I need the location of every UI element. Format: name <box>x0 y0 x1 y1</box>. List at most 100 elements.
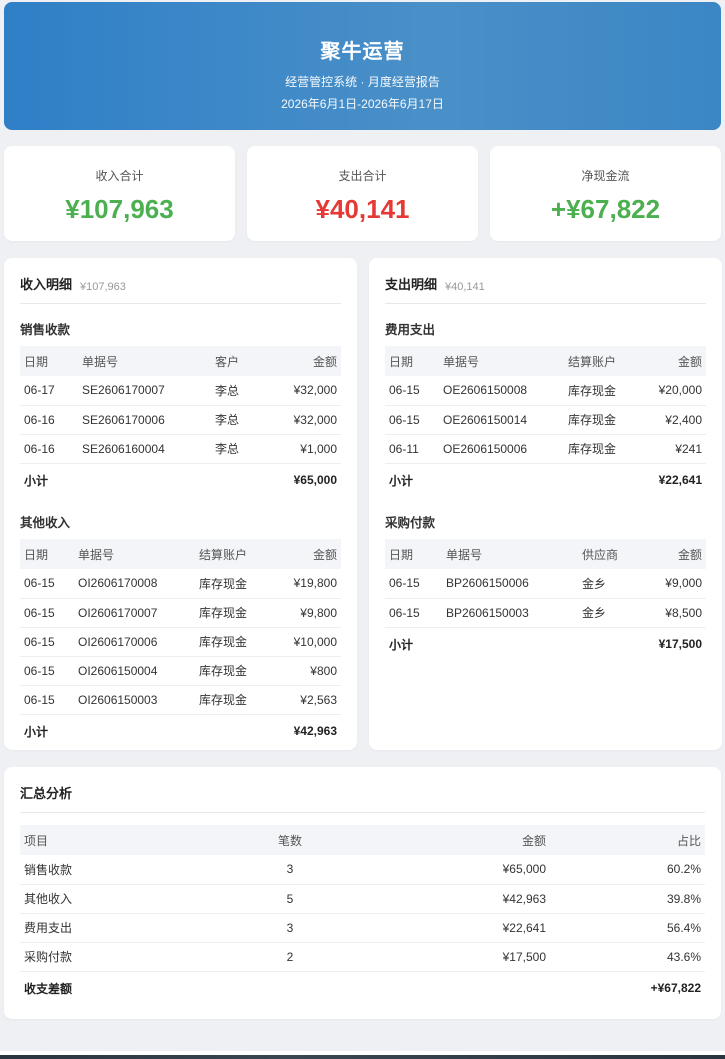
cell-amount: ¥2,400 <box>644 405 706 435</box>
cell-date: 06-15 <box>385 598 442 628</box>
column-header: 结算账户 <box>195 539 275 569</box>
stat-value: ¥40,141 <box>315 194 410 224</box>
cell-doc-no: OI2606150004 <box>74 656 195 686</box>
summary-table: 项目 笔数 金额 占比 销售收款 3 ¥65,000 60.2% 其他收入 5 … <box>20 825 705 1005</box>
cell-doc-no: SE2606160004 <box>78 434 211 464</box>
section-title-purchase-payments: 采购付款 <box>385 516 436 530</box>
panel-total: ¥107,963 <box>80 281 126 293</box>
subtotal-row: 小计 ¥42,963 <box>20 714 341 748</box>
cell-account: 库存现金 <box>564 376 644 406</box>
section-title-other-income: 其他收入 <box>20 516 71 530</box>
table-header-row: 日期 单据号 客户 金额 <box>20 346 341 376</box>
cell-date: 06-16 <box>20 405 78 435</box>
purchase-payments-table: 日期 单据号 供应商 金额 06-15 BP2606150006 金乡 ¥9,0… <box>385 539 706 661</box>
cell-item: 采购付款 <box>20 942 240 972</box>
subtotal-label: 小计 <box>389 637 414 652</box>
income-detail-panel: 收入明细 ¥107,963 销售收款 日期 单据号 客户 金额 06-17 SE… <box>4 258 357 750</box>
cell-doc-no: OE2606150006 <box>439 434 564 464</box>
table-row: 06-15 OI2606150003 库存现金 ¥2,563 <box>20 685 341 715</box>
table-row: 06-15 BP2606150003 金乡 ¥8,500 <box>385 598 706 628</box>
cell-amount: ¥2,563 <box>275 685 341 715</box>
cell-customer: 李总 <box>211 405 271 435</box>
cell-account: 库存现金 <box>195 656 275 686</box>
stat-label: 收入合计 <box>95 169 144 183</box>
table-row: 06-15 OE2606150008 库存现金 ¥20,000 <box>385 376 706 406</box>
cell-account: 库存现金 <box>564 434 644 464</box>
cell-date: 06-16 <box>20 434 78 464</box>
cell-amount: ¥32,000 <box>271 405 341 435</box>
table-header-row: 日期 单据号 结算账户 金额 <box>385 346 706 376</box>
column-header: 金额 <box>644 346 706 376</box>
subtotal-value: ¥42,963 <box>293 724 337 739</box>
cell-date: 06-15 <box>20 627 74 657</box>
cell-count: 3 <box>240 913 340 943</box>
cell-doc-no: OE2606150014 <box>439 405 564 435</box>
report-subtitle: 经营管控系统 · 月度经营报告 <box>285 75 440 89</box>
column-header: 日期 <box>385 346 439 376</box>
column-header: 客户 <box>211 346 271 376</box>
column-header: 结算账户 <box>564 346 644 376</box>
cell-doc-no: SE2606170007 <box>78 376 211 406</box>
table-row: 费用支出 3 ¥22,641 56.4% <box>20 913 705 943</box>
subtotal-value: ¥22,641 <box>658 473 702 488</box>
table-row: 销售收款 3 ¥65,000 60.2% <box>20 855 705 885</box>
cell-account: 库存现金 <box>195 685 275 715</box>
sales-table: 日期 单据号 客户 金额 06-17 SE2606170007 李总 ¥32,0… <box>20 346 341 497</box>
cell-amount: ¥17,500 <box>340 942 550 972</box>
column-header: 日期 <box>385 539 442 569</box>
cell-count: 5 <box>240 884 340 914</box>
cell-date: 06-15 <box>385 569 442 599</box>
table-row: 06-16 SE2606160004 李总 ¥1,000 <box>20 434 341 464</box>
cell-count: 2 <box>240 942 340 972</box>
panel-total: ¥40,141 <box>445 281 485 293</box>
cell-item: 销售收款 <box>20 855 240 885</box>
panel-header: 收入明细 ¥107,963 <box>20 258 341 304</box>
table-row: 06-11 OE2606150006 库存现金 ¥241 <box>385 434 706 464</box>
expense-detail-panel: 支出明细 ¥40,141 费用支出 日期 单据号 结算账户 金额 06-15 O… <box>369 258 722 750</box>
column-header: 金额 <box>644 539 706 569</box>
column-header: 单据号 <box>439 346 564 376</box>
cell-doc-no: OI2606150003 <box>74 685 195 715</box>
stat-label: 净现金流 <box>581 169 630 183</box>
cell-customer: 李总 <box>211 434 271 464</box>
panel-header: 汇总分析 <box>20 767 705 813</box>
panel-header: 支出明细 ¥40,141 <box>385 258 706 304</box>
cell-doc-no: BP2606150003 <box>442 598 578 628</box>
cell-date: 06-15 <box>20 656 74 686</box>
subtotal-row: 小计 ¥17,500 <box>385 627 706 661</box>
subtotal-label: 小计 <box>24 473 49 488</box>
section-title-sales: 销售收款 <box>20 323 71 337</box>
cell-date: 06-15 <box>20 598 74 628</box>
stat-label: 支出合计 <box>338 169 387 183</box>
cell-amount: ¥800 <box>275 656 341 686</box>
column-header: 日期 <box>20 539 74 569</box>
panel-title: 支出明细 <box>385 277 438 292</box>
table-row: 06-15 OE2606150014 库存现金 ¥2,400 <box>385 405 706 435</box>
cell-account: 库存现金 <box>564 405 644 435</box>
cell-account: 库存现金 <box>195 569 275 599</box>
stat-card-net-cashflow: 净现金流 +¥67,822 <box>490 146 721 241</box>
cell-doc-no: OI2606170006 <box>74 627 195 657</box>
table-row: 采购付款 2 ¥17,500 43.6% <box>20 942 705 972</box>
stat-value: +¥67,822 <box>550 194 661 224</box>
report-header: 聚牛运营 经营管控系统 · 月度经营报告 2026年6月1日-2026年6月17… <box>4 2 721 130</box>
panel-title: 收入明细 <box>20 277 73 292</box>
table-row: 06-16 SE2606170006 李总 ¥32,000 <box>20 405 341 435</box>
stat-value: ¥107,963 <box>65 194 174 224</box>
panel-title: 汇总分析 <box>20 786 73 801</box>
subtotal-value: ¥65,000 <box>293 473 337 488</box>
subtotal-label: 小计 <box>24 724 49 739</box>
table-row: 06-15 OI2606150004 库存现金 ¥800 <box>20 656 341 686</box>
cell-date: 06-15 <box>20 685 74 715</box>
section-title-costs: 费用支出 <box>385 323 436 337</box>
cell-doc-no: OE2606150008 <box>439 376 564 406</box>
column-header: 金额 <box>275 539 341 569</box>
cell-doc-no: SE2606170006 <box>78 405 211 435</box>
subtotal-row: 小计 ¥65,000 <box>20 463 341 497</box>
cell-item: 费用支出 <box>20 913 240 943</box>
cell-amount: ¥9,000 <box>644 569 706 599</box>
report-date-range: 2026年6月1日-2026年6月17日 <box>281 97 444 111</box>
balance-value: +¥67,822 <box>650 981 701 996</box>
cell-amount: ¥8,500 <box>644 598 706 628</box>
cell-count: 3 <box>240 855 340 885</box>
